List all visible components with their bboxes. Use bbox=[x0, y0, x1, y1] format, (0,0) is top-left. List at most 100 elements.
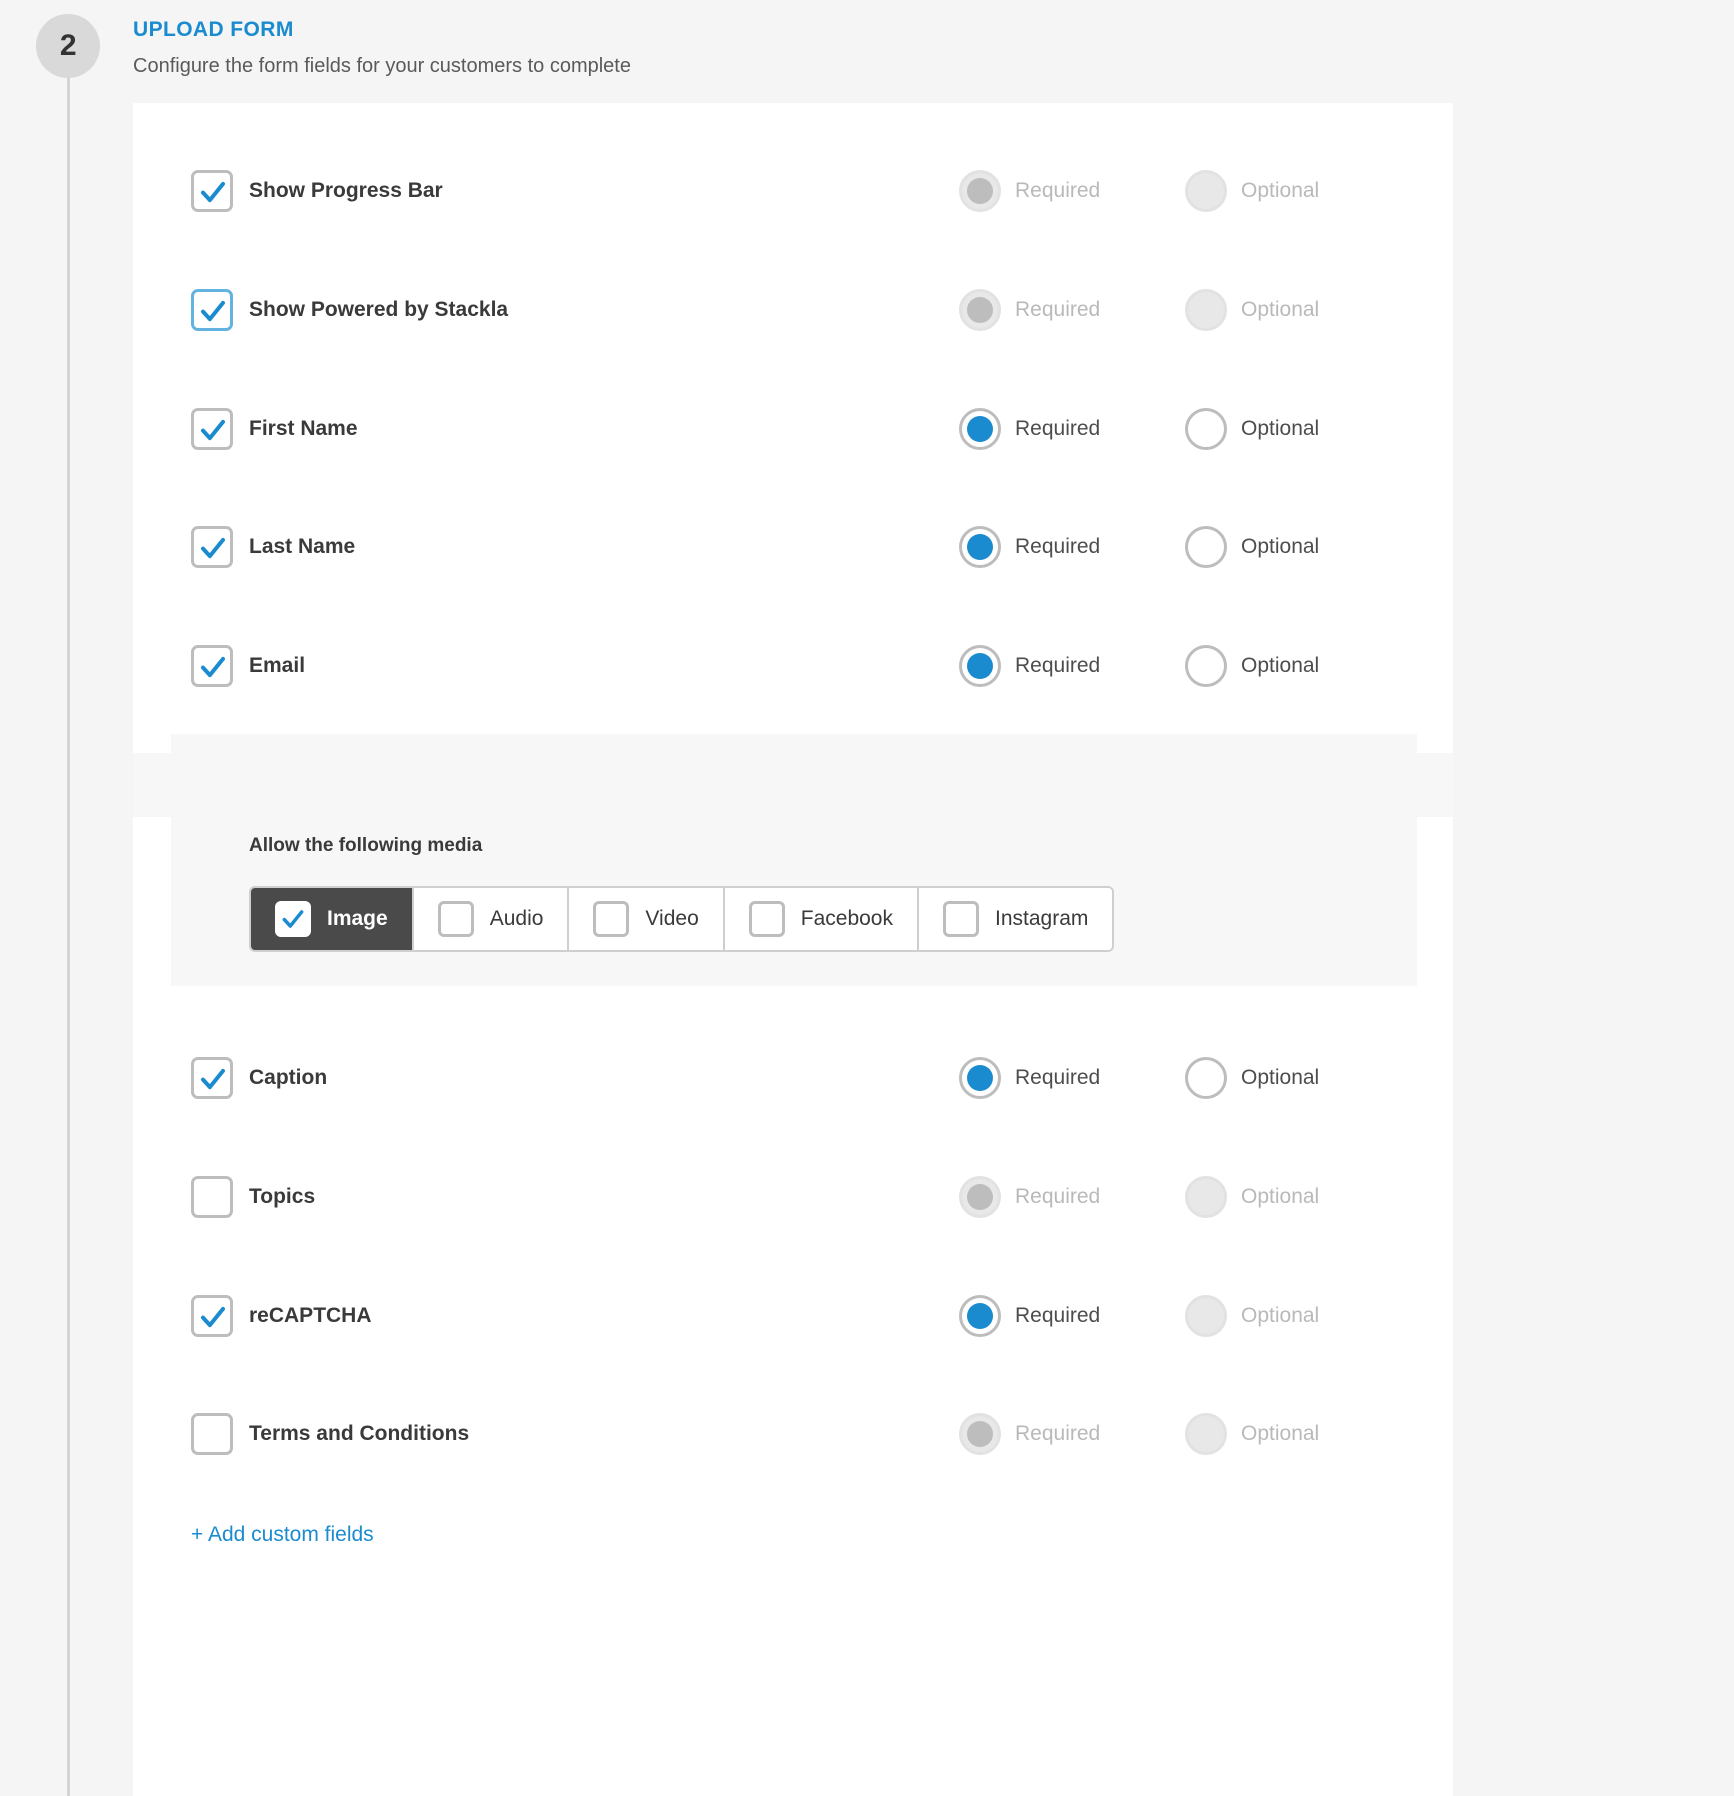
radio-option-required: Required bbox=[959, 1413, 1185, 1455]
media-type-label: Facebook bbox=[800, 907, 893, 930]
checkbox-show-progress-bar[interactable] bbox=[191, 170, 233, 212]
media-checkbox-audio[interactable] bbox=[437, 901, 474, 937]
media-type-button-instagram[interactable]: Instagram bbox=[919, 888, 1113, 950]
radio-dot bbox=[967, 1303, 993, 1329]
checkbox-terms-and-conditions[interactable] bbox=[191, 1413, 233, 1455]
radio-required[interactable] bbox=[959, 408, 1001, 450]
media-types-panel: Allow the following media Image Audio Vide… bbox=[171, 734, 1417, 986]
radio-option-optional[interactable]: Optional bbox=[1185, 408, 1319, 450]
radio-option-required[interactable]: Required bbox=[959, 645, 1185, 687]
media-type-button-audio[interactable]: Audio bbox=[413, 888, 570, 950]
radio-optional-label: Optional bbox=[1241, 1185, 1320, 1208]
media-type-button-facebook[interactable]: Facebook bbox=[724, 888, 919, 950]
form-field-row: Topics Required Optional bbox=[133, 1165, 1453, 1229]
radio-option-optional[interactable]: Optional bbox=[1185, 526, 1319, 568]
field-label: Email bbox=[249, 654, 306, 677]
radio-required-label: Required bbox=[1015, 1066, 1101, 1089]
requirement-radio-group: Required Optional bbox=[959, 397, 1319, 461]
media-checkbox-video[interactable] bbox=[593, 901, 630, 937]
radio-option-required: Required bbox=[959, 1176, 1185, 1218]
radio-optional bbox=[1185, 289, 1227, 331]
field-label: Topics bbox=[249, 1185, 316, 1208]
radio-optional-label: Optional bbox=[1241, 654, 1320, 677]
radio-required-label: Required bbox=[1015, 1422, 1101, 1445]
field-label: reCAPTCHA bbox=[249, 1304, 372, 1327]
field-toggle[interactable]: reCAPTCHA bbox=[191, 1295, 372, 1337]
media-checkbox-image[interactable] bbox=[275, 901, 311, 937]
radio-option-required[interactable]: Required bbox=[959, 1057, 1185, 1099]
add-custom-fields-link[interactable]: + Add custom fields bbox=[191, 1523, 374, 1547]
media-allow-label: Allow the following media bbox=[249, 835, 483, 856]
checkbox-last-name[interactable] bbox=[191, 526, 233, 568]
radio-option-required[interactable]: Required bbox=[959, 408, 1185, 450]
radio-dot bbox=[967, 297, 993, 323]
radio-optional bbox=[1185, 1176, 1227, 1218]
field-label: Terms and Conditions bbox=[249, 1422, 470, 1445]
media-type-button-group[interactable]: Image Audio Video Facebook Instagram bbox=[249, 886, 1115, 952]
radio-dot bbox=[967, 1184, 993, 1210]
radio-optional[interactable] bbox=[1185, 1057, 1227, 1099]
step-connector-line bbox=[67, 78, 70, 1796]
checkbox-recaptcha[interactable] bbox=[191, 1295, 233, 1337]
radio-optional[interactable] bbox=[1185, 645, 1227, 687]
field-label: Show Progress Bar bbox=[249, 179, 443, 202]
form-field-row: Last Name Required Optional bbox=[133, 515, 1453, 579]
field-toggle[interactable]: Show Powered by Stackla bbox=[191, 289, 508, 331]
field-toggle[interactable]: Caption bbox=[191, 1057, 327, 1099]
radio-option-optional[interactable]: Optional bbox=[1185, 645, 1319, 687]
media-type-button-image[interactable]: Image bbox=[251, 888, 414, 950]
checkbox-first-name[interactable] bbox=[191, 408, 233, 450]
checkbox-email[interactable] bbox=[191, 645, 233, 687]
radio-optional[interactable] bbox=[1185, 408, 1227, 450]
radio-required-label: Required bbox=[1015, 1304, 1101, 1327]
radio-optional-label: Optional bbox=[1241, 298, 1320, 321]
checkbox-topics[interactable] bbox=[191, 1176, 233, 1218]
media-type-label: Audio bbox=[489, 907, 544, 930]
radio-option-required[interactable]: Required bbox=[959, 526, 1185, 568]
requirement-radio-group: Required Optional bbox=[959, 1402, 1319, 1466]
radio-option-optional: Optional bbox=[1185, 289, 1319, 331]
radio-required[interactable] bbox=[959, 1057, 1001, 1099]
field-toggle[interactable]: Email bbox=[191, 645, 305, 687]
media-type-label: Video bbox=[645, 907, 699, 930]
radio-option-optional: Optional bbox=[1185, 1176, 1319, 1218]
radio-optional-label: Optional bbox=[1241, 1066, 1320, 1089]
radio-optional-label: Optional bbox=[1241, 417, 1320, 440]
requirement-radio-group: Required Optional bbox=[959, 278, 1319, 342]
radio-dot bbox=[967, 416, 993, 442]
radio-required[interactable] bbox=[959, 645, 1001, 687]
radio-option-optional[interactable]: Optional bbox=[1185, 1057, 1319, 1099]
radio-required[interactable] bbox=[959, 526, 1001, 568]
radio-optional-label: Optional bbox=[1241, 179, 1320, 202]
radio-dot bbox=[967, 178, 993, 204]
field-toggle[interactable]: Terms and Conditions bbox=[191, 1413, 469, 1455]
field-toggle[interactable]: Last Name bbox=[191, 526, 355, 568]
checkbox-show-powered-by-stackla[interactable] bbox=[191, 289, 233, 331]
radio-required-label: Required bbox=[1015, 654, 1101, 677]
radio-optional[interactable] bbox=[1185, 526, 1227, 568]
radio-dot bbox=[967, 1065, 993, 1091]
form-field-row: Email Required Optional bbox=[133, 634, 1453, 698]
field-label: Caption bbox=[249, 1066, 328, 1089]
step-rail: 2 bbox=[36, 14, 100, 1796]
form-field-row: Caption Required Optional bbox=[133, 1046, 1453, 1110]
radio-required-label: Required bbox=[1015, 298, 1101, 321]
field-toggle[interactable]: Show Progress Bar bbox=[191, 170, 443, 212]
media-type-button-video[interactable]: Video bbox=[569, 888, 725, 950]
media-type-label: Instagram bbox=[995, 907, 1089, 930]
radio-required-label: Required bbox=[1015, 179, 1101, 202]
radio-required[interactable] bbox=[959, 1295, 1001, 1337]
radio-required bbox=[959, 289, 1001, 331]
field-label: Last Name bbox=[249, 535, 356, 558]
radio-option-optional: Optional bbox=[1185, 170, 1319, 212]
form-field-row: Terms and Conditions Required Optional bbox=[133, 1402, 1453, 1466]
checkbox-caption[interactable] bbox=[191, 1057, 233, 1099]
radio-required-label: Required bbox=[1015, 1185, 1101, 1208]
requirement-radio-group: Required Optional bbox=[959, 1046, 1319, 1110]
page-title: UPLOAD FORM bbox=[133, 18, 294, 41]
field-toggle[interactable]: First Name bbox=[191, 408, 358, 450]
field-toggle[interactable]: Topics bbox=[191, 1176, 315, 1218]
media-checkbox-instagram[interactable] bbox=[943, 901, 979, 937]
radio-option-required[interactable]: Required bbox=[959, 1295, 1185, 1337]
media-checkbox-facebook[interactable] bbox=[748, 901, 785, 937]
